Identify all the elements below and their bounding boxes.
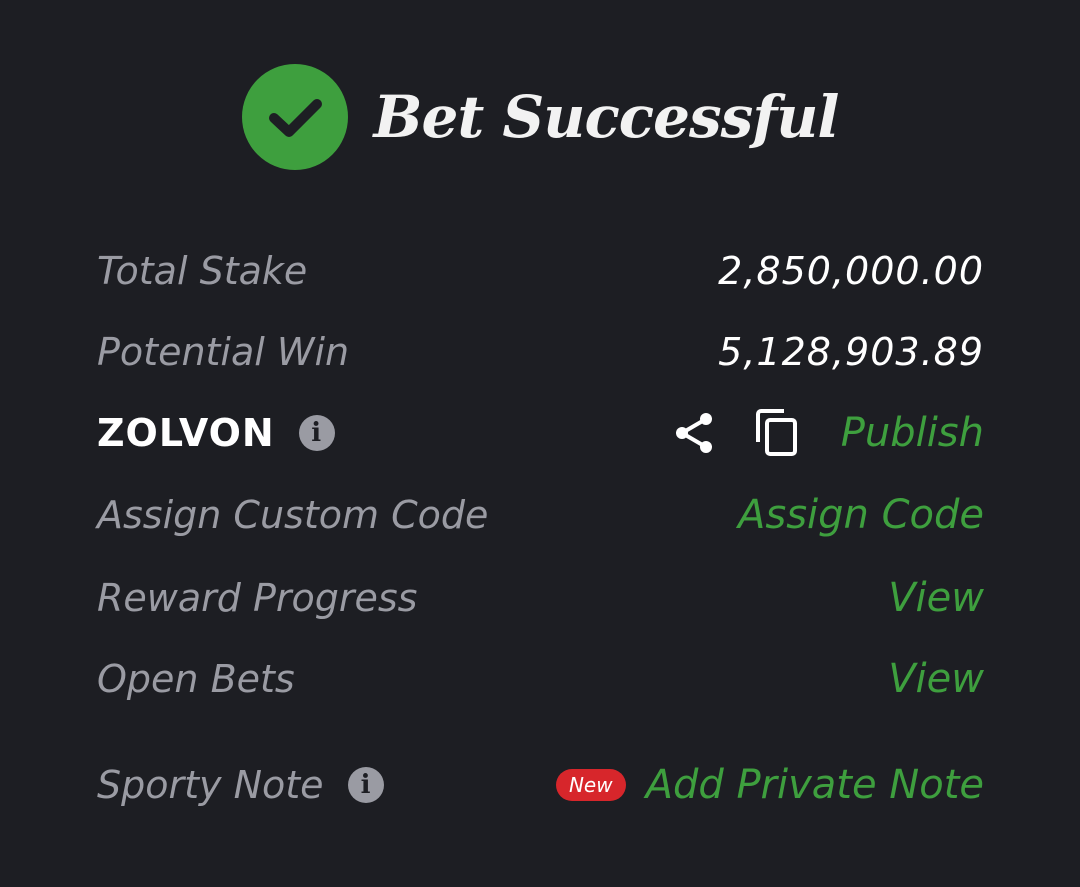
booking-actions: Publish	[669, 408, 984, 458]
sporty-note-group: Sporty Note i	[97, 763, 384, 807]
info-icon[interactable]: i	[347, 767, 384, 803]
potential-win-row: Potential Win 5,128,903.89	[97, 317, 984, 387]
total-stake-row: Total Stake 2,850,000.00	[97, 236, 984, 306]
open-bets-label: Open Bets	[97, 657, 295, 701]
success-header: Bet Successful	[0, 62, 1080, 172]
sporty-note-row: Sporty Note i New Add Private Note	[97, 750, 984, 820]
open-bets-view-link[interactable]: View	[888, 656, 984, 702]
total-stake-label: Total Stake	[97, 249, 308, 293]
assign-code-link[interactable]: Assign Code	[738, 492, 984, 538]
reward-progress-row: Reward Progress View	[97, 563, 984, 633]
share-icon[interactable]	[669, 408, 719, 458]
page-title: Bet Successful	[373, 83, 840, 151]
potential-win-value: 5,128,903.89	[718, 330, 984, 374]
open-bets-row: Open Bets View	[97, 644, 984, 714]
custom-code-row: Assign Custom Code Assign Code	[97, 480, 984, 550]
reward-progress-label: Reward Progress	[97, 576, 418, 620]
check-circle-icon	[241, 64, 348, 170]
sporty-note-actions: New Add Private Note	[555, 762, 984, 808]
booking-code: ZOLVON	[97, 411, 275, 455]
custom-code-label: Assign Custom Code	[97, 493, 489, 537]
booking-code-row: ZOLVON i Publish	[97, 398, 984, 468]
potential-win-label: Potential Win	[97, 330, 350, 374]
reward-progress-view-link[interactable]: View	[888, 575, 984, 621]
booking-code-group: ZOLVON i	[97, 411, 335, 455]
total-stake-value: 2,850,000.00	[718, 249, 984, 293]
new-badge: New	[555, 769, 626, 801]
add-private-note-link[interactable]: Add Private Note	[646, 762, 984, 808]
copy-icon[interactable]	[753, 408, 803, 458]
publish-link[interactable]: Publish	[841, 410, 984, 456]
info-icon[interactable]: i	[298, 415, 335, 451]
sporty-note-label: Sporty Note	[97, 763, 324, 807]
